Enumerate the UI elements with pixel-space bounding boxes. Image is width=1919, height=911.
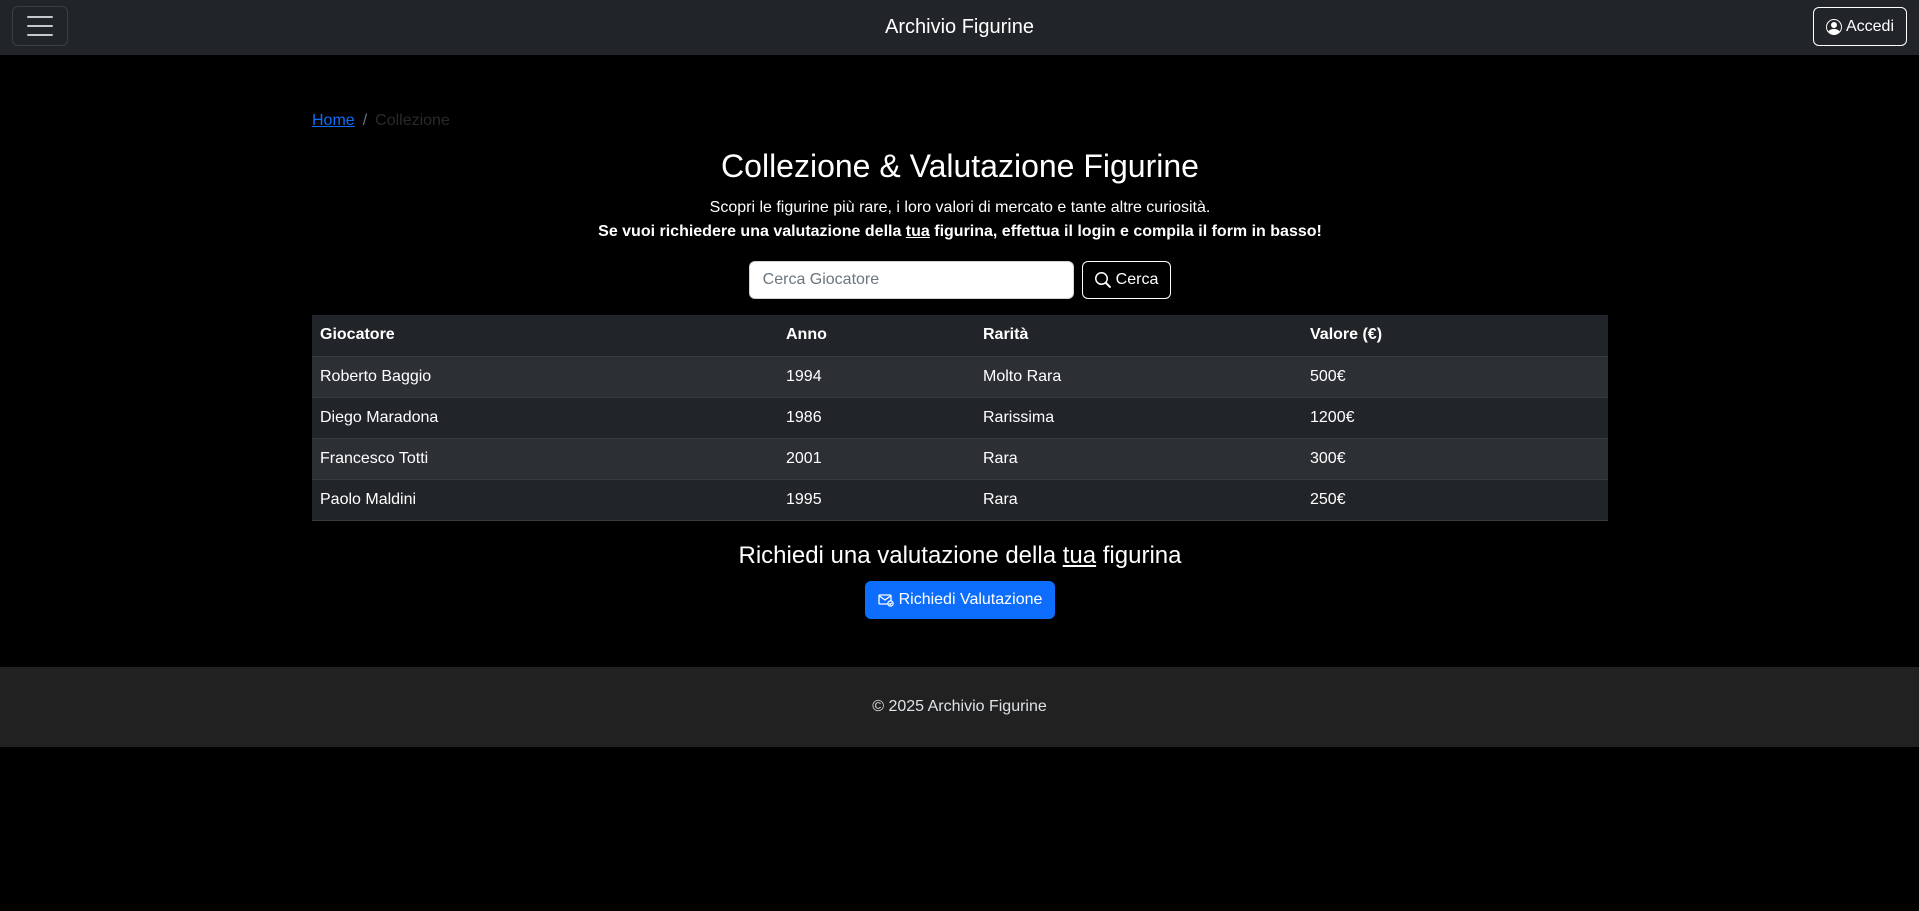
hamburger-icon (27, 34, 53, 36)
request-valuation-label: Richiedi Valutazione (898, 591, 1043, 608)
login-instruction: Se vuoi richiedere una valutazione della… (312, 223, 1608, 241)
cell-valore: 250€ (1302, 479, 1608, 521)
footer-copyright: © 2025 Archivio Figurine (872, 698, 1047, 715)
navbar-brand[interactable]: Archivio Figurine (885, 16, 1034, 39)
cell-rarita: Rarissima (975, 397, 1302, 439)
top-navbar: Archivio Figurine Accedi (0, 0, 1919, 55)
request-section-title: Richiedi una valutazione della tua figur… (312, 542, 1608, 570)
cell-anno: 1986 (778, 397, 975, 439)
hamburger-icon (27, 16, 53, 18)
cell-anno: 1995 (778, 479, 975, 521)
search-input[interactable] (748, 261, 1074, 299)
column-header-rarita: Rarità (975, 315, 1302, 357)
cell-anno: 1994 (778, 356, 975, 398)
cell-rarita: Rara (975, 438, 1302, 480)
login-button[interactable]: Accedi (1812, 7, 1907, 46)
table-row: Paolo Maldini 1995 Rara 250€ (312, 479, 1608, 521)
login-instruction-part1: Se vuoi richiedere una valutazione della (598, 223, 906, 240)
cell-anno: 2001 (778, 438, 975, 480)
menu-toggle-button[interactable] (12, 6, 68, 46)
request-action-row: Richiedi Valutazione (312, 581, 1608, 619)
cell-valore: 500€ (1302, 356, 1608, 398)
page-footer: © 2025 Archivio Figurine (0, 667, 1919, 747)
column-header-giocatore: Giocatore (312, 315, 778, 357)
table-header-row: Giocatore Anno Rarità Valore (€) (312, 315, 1608, 357)
table-row: Francesco Totti 2001 Rara 300€ (312, 438, 1608, 480)
cell-giocatore: Diego Maradona (312, 397, 778, 439)
cell-rarita: Molto Rara (975, 356, 1302, 398)
login-instruction-part2: figurina, effettua il login e compila il… (929, 223, 1322, 240)
breadcrumb: Home / Collezione (312, 112, 450, 130)
cell-valore: 1200€ (1302, 397, 1608, 439)
page-title: Collezione & Valutazione Figurine (721, 148, 1199, 184)
login-button-label: Accedi (1845, 17, 1894, 35)
login-instruction-emphasis: tua (905, 223, 930, 240)
cell-giocatore: Roberto Baggio (312, 356, 778, 398)
column-header-valore: Valore (€) (1302, 315, 1608, 357)
search-button-label: Cerca (1115, 271, 1159, 288)
person-circle-icon (1825, 18, 1842, 35)
request-title-part1: Richiedi una valutazione della (738, 542, 1063, 569)
column-header-anno: Anno (778, 315, 975, 357)
figurine-table: Giocatore Anno Rarità Valore (€) Roberto… (312, 315, 1608, 521)
cell-giocatore: Francesco Totti (312, 438, 778, 480)
hamburger-icon (27, 25, 53, 27)
envelope-icon (877, 592, 894, 608)
table-row: Roberto Baggio 1994 Molto Rara 500€ (312, 356, 1608, 398)
request-title-emphasis: tua (1062, 542, 1097, 569)
cell-valore: 300€ (1302, 438, 1608, 480)
search-bar: Cerca (312, 261, 1608, 299)
breadcrumb-home-link[interactable]: Home (312, 112, 355, 130)
request-valuation-button[interactable]: Richiedi Valutazione (864, 581, 1056, 619)
breadcrumb-current: Collezione (375, 112, 450, 129)
cell-giocatore: Paolo Maldini (312, 479, 778, 521)
request-title-part2: figurina (1096, 542, 1182, 569)
cell-rarita: Rara (975, 479, 1302, 521)
breadcrumb-separator: / (362, 112, 368, 129)
search-icon (1094, 272, 1111, 288)
table-row: Diego Maradona 1986 Rarissima 1200€ (312, 397, 1608, 439)
page-subtitle: Scopri le figurine più rare, i loro valo… (709, 199, 1211, 216)
search-button[interactable]: Cerca (1081, 261, 1172, 299)
